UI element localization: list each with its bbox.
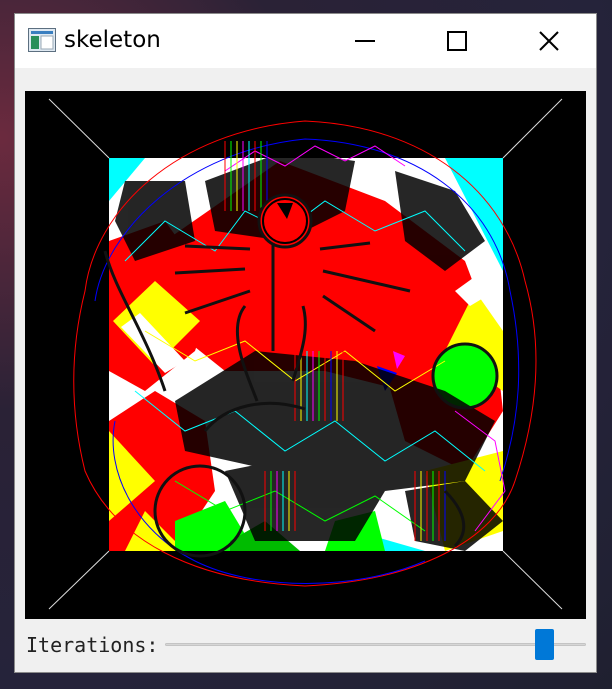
iterations-label: Iterations: xyxy=(26,633,159,657)
skeleton-image-canvas xyxy=(25,91,586,619)
skeleton-image xyxy=(25,91,586,619)
close-icon xyxy=(539,31,559,51)
minimize-icon xyxy=(355,40,375,42)
iterations-slider-thumb[interactable] xyxy=(534,629,554,660)
window-title: skeleton xyxy=(64,27,161,53)
close-button[interactable] xyxy=(503,14,595,68)
minimize-button[interactable] xyxy=(319,14,411,68)
maximize-button[interactable] xyxy=(411,14,503,68)
app-window: skeleton Iterations: xyxy=(14,13,597,673)
app-window-icon xyxy=(28,28,56,52)
title-bar[interactable]: skeleton xyxy=(15,14,596,68)
iterations-slider-track[interactable] xyxy=(165,643,586,646)
maximize-icon xyxy=(447,31,467,51)
